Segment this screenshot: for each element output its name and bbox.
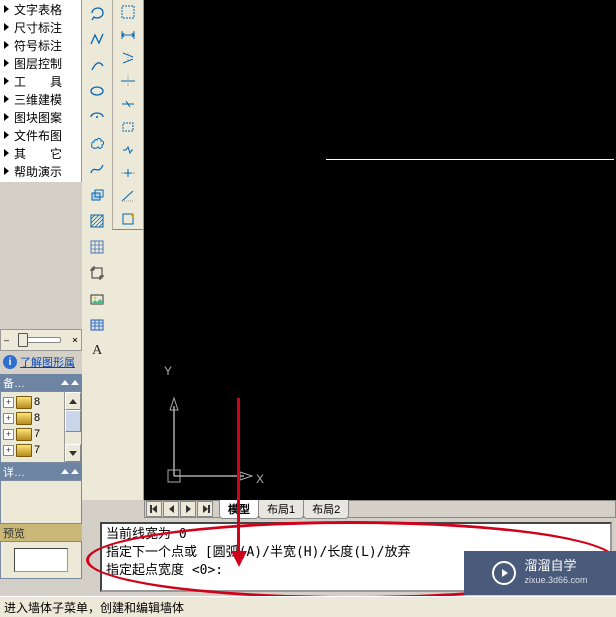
hatch-sparkle-icon[interactable] [116,210,140,229]
info-link[interactable]: 了解图形属 [20,354,75,370]
tab-first-icon[interactable] [146,501,162,517]
expand-icon[interactable]: + [3,413,14,424]
menu-item-other[interactable]: 其 它 [0,144,81,162]
info-row: i 了解图形属 [0,351,82,374]
table-icon[interactable] [85,314,109,336]
tab-layout2[interactable]: 布局2 [303,500,349,519]
drawing-canvas[interactable]: Y X [144,0,616,500]
folder-icon [16,428,32,441]
status-bar: 进入墙体子菜单，创建和编辑墙体 [0,596,616,617]
toolbar-dim [112,0,143,230]
tab-last-icon[interactable] [197,501,213,517]
chevrons-icon[interactable] [116,141,140,160]
toolstrip: A [82,0,144,500]
tab-prev-icon[interactable] [163,501,179,517]
y-axis-label: Y [164,364,172,378]
hatch-icon[interactable] [85,210,109,232]
polyline-icon[interactable] [85,28,109,50]
photo-icon[interactable] [85,288,109,310]
spline-icon[interactable] [85,158,109,180]
expand-icon[interactable]: + [3,429,14,440]
transparency-slider[interactable]: – × [0,329,82,351]
menu-item-layer[interactable]: 图层控制 [0,54,81,72]
plus-divider-icon[interactable] [116,164,140,183]
left-menu: 文字表格 尺寸标注 符号标注 图层控制 工 具 三维建模 图块图案 文件布图 其… [0,0,82,182]
status-text: 进入墙体子菜单，创建和编辑墙体 [4,599,184,616]
menu-label: 其 它 [14,145,62,162]
revision-cloud-icon[interactable] [85,132,109,154]
menu-label: 符号标注 [14,37,62,54]
menu-item-text-table[interactable]: 文字表格 [0,0,81,18]
marquee-icon[interactable] [116,2,140,21]
play-icon [492,561,516,585]
tree-scrollbar[interactable] [64,392,81,462]
dim-linear-icon[interactable] [116,25,140,44]
layout-tabs-row: 模型 布局1 布局2 [144,500,616,518]
menu-label: 三维建模 [14,91,62,108]
menu-label: 尺寸标注 [14,19,62,36]
watermark: 溜溜自学 zixue.3d66.com [464,551,616,595]
crop-icon[interactable] [85,262,109,284]
menu-item-file-layout[interactable]: 文件布图 [0,126,81,144]
palette-title: 预览 [3,525,25,541]
menu-label: 文件布图 [14,127,62,144]
slope-icon[interactable] [116,187,140,206]
scroll-down-icon[interactable] [65,444,81,462]
toolbar-draw: A [82,0,112,500]
menu-label: 图层控制 [14,55,62,72]
close-icon[interactable]: × [72,335,78,346]
palette-title: 详… [3,464,25,480]
tab-next-icon[interactable] [180,501,196,517]
annotation-arrow-head [231,551,247,567]
region-icon[interactable] [85,184,109,206]
menu-label: 工 具 [14,73,62,90]
lasso-icon[interactable] [85,2,109,24]
palette-preview-body [0,541,82,579]
dim-h-icon[interactable] [116,71,140,90]
menu-item-help[interactable]: 帮助演示 [0,162,81,180]
dim-axis-icon[interactable] [116,48,140,67]
palette-title: 备… [3,375,25,391]
palette-backup-body: +8 +8 +7 +7 [0,391,82,463]
menu-label: 文字表格 [14,1,62,18]
tab-layout1[interactable]: 布局1 [258,500,304,519]
dim-slash-icon[interactable] [116,94,140,113]
menu-item-dim[interactable]: 尺寸标注 [0,18,81,36]
menu-item-3d[interactable]: 三维建模 [0,90,81,108]
info-icon: i [3,355,17,369]
annotation-arrow [237,398,240,558]
palette-backup-header[interactable]: 备… [0,374,82,391]
scroll-thumb[interactable] [65,410,81,432]
menu-label: 帮助演示 [14,163,62,180]
ellipse-arc-icon[interactable] [85,106,109,128]
scroll-up-icon[interactable] [65,392,81,410]
folder-icon [16,396,32,409]
menu-item-symbol[interactable]: 符号标注 [0,36,81,54]
cmd-line: 当前线宽为 0 [106,526,606,544]
arc-icon[interactable] [85,54,109,76]
grid-tool-icon[interactable] [85,236,109,258]
palette-detail-header[interactable]: 详… [0,463,82,480]
expand-icon[interactable]: + [3,445,14,456]
folder-icon [16,412,32,425]
menu-item-tools[interactable]: 工 具 [0,72,81,90]
menu-item-block[interactable]: 图块图案 [0,108,81,126]
expand-icon[interactable]: + [3,397,14,408]
menu-label: 图块图案 [14,109,62,126]
preview-slot [14,548,68,572]
palette-detail-body [0,480,82,524]
folder-icon [16,444,32,457]
watermark-title: 溜溜自学 [524,559,587,573]
left-panels: – × i 了解图形属 备… +8 +8 +7 +7 详… 预览 [0,182,82,579]
text-icon[interactable]: A [85,340,109,362]
rect-dashed-icon[interactable] [116,117,140,136]
x-axis-label: X [256,472,264,486]
ellipse-icon[interactable] [85,80,109,102]
palette-preview-header[interactable]: 预览 [0,524,82,541]
watermark-sub: zixue.3d66.com [524,573,587,587]
